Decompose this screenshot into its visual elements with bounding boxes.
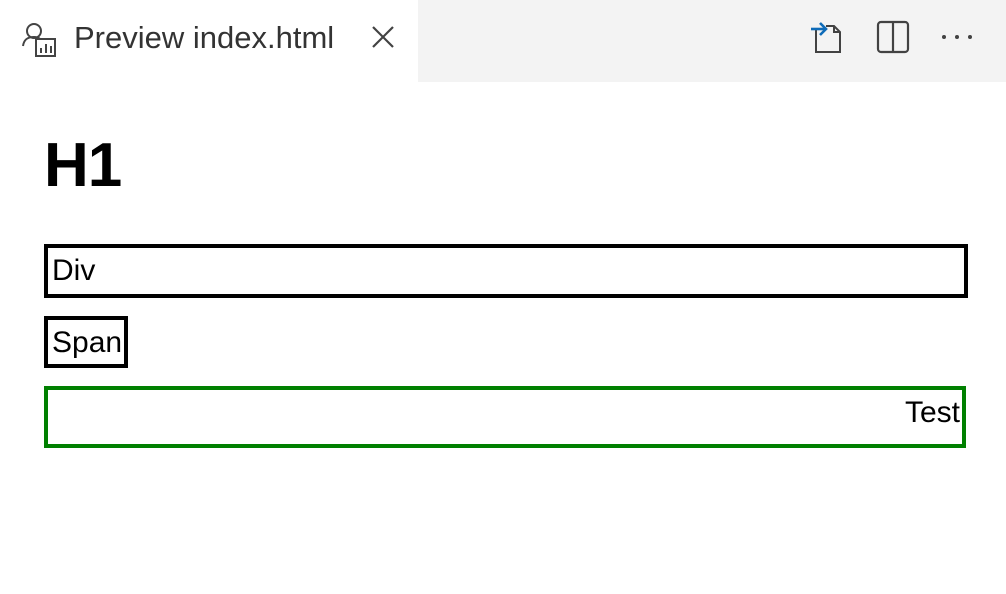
preview-heading: H1 <box>44 131 122 200</box>
close-icon[interactable] <box>366 20 400 54</box>
editor-tab-bar: Preview index.html <box>0 0 1006 82</box>
preview-span-box: Span <box>44 316 129 368</box>
more-actions-icon[interactable] <box>936 16 976 56</box>
preview-icon <box>20 20 58 58</box>
tab-preview-index[interactable]: Preview index.html <box>0 0 418 82</box>
preview-test-box: Test <box>44 386 966 448</box>
split-editor-icon[interactable] <box>872 16 912 56</box>
preview-div-box: Div <box>44 244 968 298</box>
open-source-icon[interactable] <box>806 16 846 56</box>
preview-pane: H1 Div Span Test <box>0 82 1006 594</box>
tab-label: Preview index.html <box>74 20 335 55</box>
